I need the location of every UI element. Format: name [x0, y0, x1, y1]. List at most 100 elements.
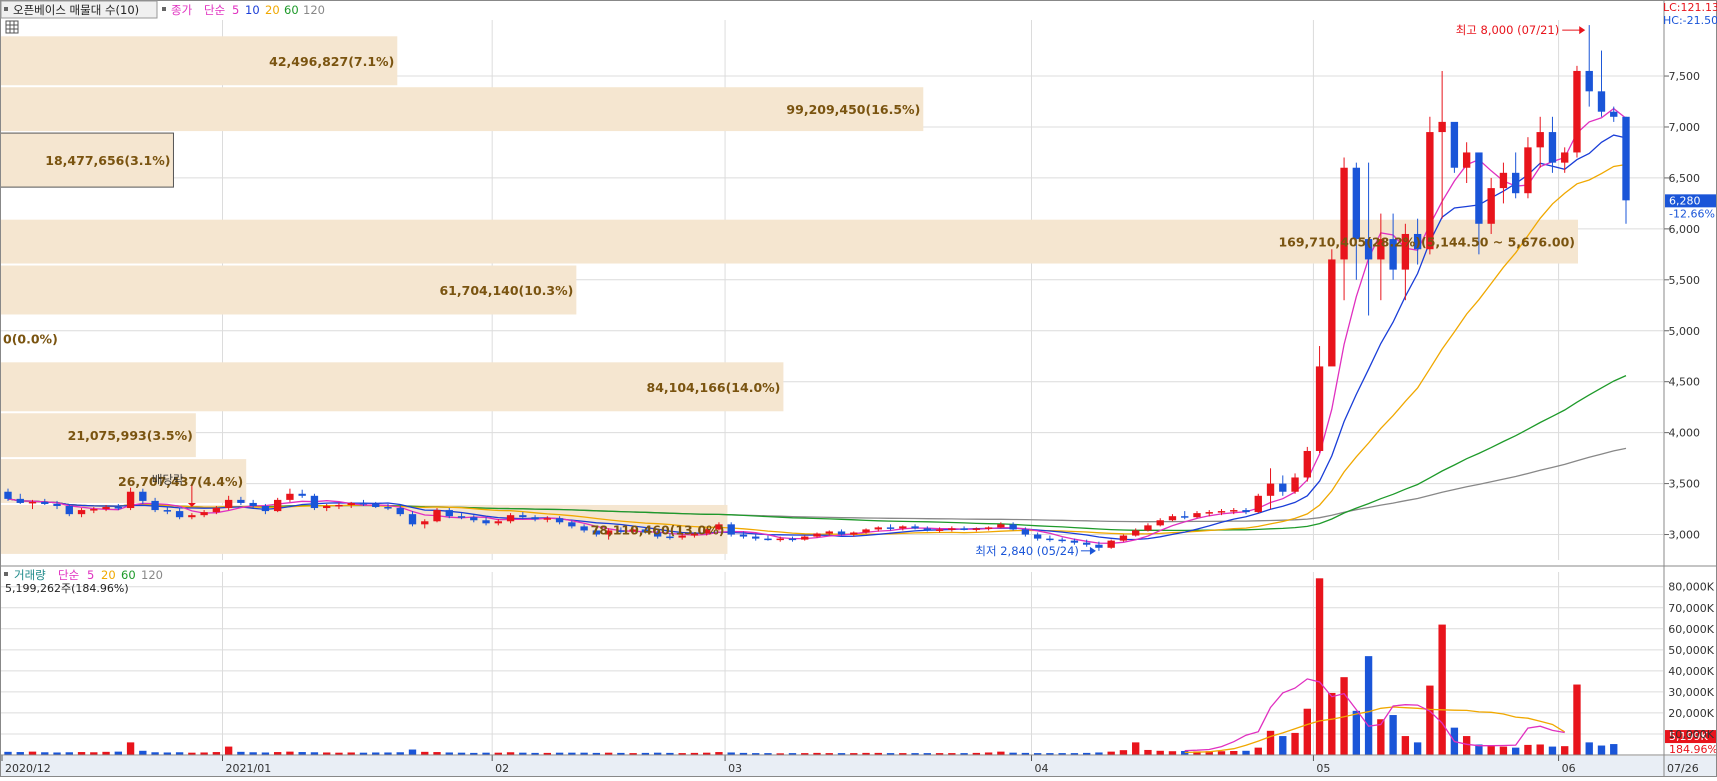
candle-body: [249, 502, 257, 506]
volume-ma-5[interactable]: 5: [87, 568, 94, 582]
candle-body: [1487, 188, 1495, 224]
volume-study-label[interactable]: 거래량: [14, 568, 46, 582]
volume-bar: [286, 751, 294, 755]
candle-body: [1561, 152, 1569, 163]
candle-body: [384, 507, 392, 509]
candle-body: [1328, 259, 1336, 367]
candle-body: [1426, 132, 1434, 250]
profile-label: 0(0.0%): [3, 331, 58, 346]
x-tick-label: 03: [728, 762, 742, 775]
candle-body: [139, 491, 147, 501]
volume-ma-20[interactable]: 20: [101, 568, 116, 582]
price-ma-10[interactable]: 10: [245, 3, 260, 17]
table-icon[interactable]: [5, 20, 19, 34]
volume-bar: [1389, 715, 1397, 755]
candle-body: [886, 527, 895, 529]
volume-bar: [1352, 710, 1361, 755]
last-price-label: 6,280: [1669, 194, 1701, 207]
volume-bar: [1548, 746, 1557, 755]
candle-body: [77, 510, 86, 515]
volume-bar: [1315, 578, 1324, 755]
volume-bar: [1462, 736, 1471, 755]
candle-body: [298, 493, 306, 496]
volume-bar: [1119, 750, 1128, 755]
volume-bar: [1536, 744, 1544, 755]
volume-bar: [126, 742, 135, 755]
candle-body: [102, 507, 110, 510]
candle-body: [788, 538, 797, 541]
volume-tick-label: 10,000K: [1668, 728, 1714, 741]
candle-body: [1205, 512, 1213, 514]
candle-body: [65, 506, 73, 515]
candle-body: [1303, 450, 1311, 478]
x-tick-label-last: 07/26: [1667, 762, 1699, 775]
candle-body: [519, 515, 527, 518]
candle-body: [1585, 70, 1593, 92]
study-marker-icon: [4, 7, 8, 11]
price-tick-label: 4,500: [1669, 376, 1701, 389]
price-ma-60[interactable]: 60: [284, 3, 299, 17]
candle-body: [1119, 535, 1128, 541]
price-ma-5[interactable]: 5: [232, 3, 239, 17]
volume-ma-60[interactable]: 60: [121, 568, 136, 582]
candle-body: [1181, 516, 1189, 518]
profile-label: 99,209,450(16.5%): [786, 102, 920, 117]
volume-bar: [1266, 730, 1275, 755]
candle-body: [984, 527, 993, 529]
price-ma-20[interactable]: 20: [265, 3, 280, 17]
price-study-label[interactable]: 종가: [171, 3, 193, 17]
candle-body: [555, 518, 564, 523]
candle-body: [273, 499, 282, 512]
volume-bar: [1512, 747, 1520, 755]
price-ma-120[interactable]: 120: [303, 3, 325, 17]
x-tick-label: 2021/01: [226, 762, 272, 775]
candle-body: [764, 538, 772, 541]
volume-bar: [1610, 744, 1618, 755]
volume-bar: [1107, 751, 1115, 755]
candle-body: [948, 528, 956, 530]
candle-body: [421, 521, 429, 525]
volume-readout: 5,199,262주(184.96%): [5, 582, 129, 595]
candle-body: [727, 524, 735, 535]
x-tick-label: 02: [495, 762, 509, 775]
candle-body: [335, 504, 343, 507]
candle-body: [997, 524, 1005, 528]
candle-body: [188, 515, 196, 518]
volume-ma-120[interactable]: 120: [141, 568, 163, 582]
volume-bar: [1413, 742, 1422, 755]
volume-ma-type[interactable]: 단순: [58, 568, 79, 582]
candle-body: [1279, 483, 1287, 492]
candle-body: [1021, 529, 1030, 535]
study-name[interactable]: 오픈베이스 매물대 수(10): [13, 3, 139, 17]
chart-canvas: 42,496,827(7.1%) 99,209,450(16.5%) 18,477,…: [0, 0, 1717, 777]
candle-body: [114, 507, 122, 509]
last-change-label: -12.66%: [1669, 207, 1715, 220]
candle-body: [347, 502, 355, 505]
candle-body: [850, 532, 858, 535]
candle-body: [1475, 152, 1483, 224]
candle-body: [1352, 167, 1361, 240]
candle-body: [445, 510, 453, 517]
candle-body: [16, 498, 24, 503]
candle-body: [126, 491, 135, 509]
candle-body: [408, 514, 417, 525]
stock-chart-window: 42,496,827(7.1%) 99,209,450(16.5%) 18,477,…: [0, 0, 1717, 777]
candle-body: [1217, 511, 1226, 513]
candle-body: [237, 499, 245, 503]
candle-body: [224, 499, 233, 509]
candle-body: [580, 526, 588, 531]
candle-body: [568, 522, 576, 527]
price-tick-label: 5,500: [1669, 274, 1701, 287]
x-tick-label: 06: [1562, 762, 1576, 775]
profile-label: 84,104,166(14.0%): [647, 380, 781, 395]
price-ma-type[interactable]: 단순: [204, 3, 225, 17]
price-tick-label: 7,000: [1669, 121, 1701, 134]
volume-bar: [1524, 744, 1532, 755]
volume-bar: [997, 751, 1005, 755]
volume-bar: [139, 750, 147, 755]
candle-body: [1597, 91, 1606, 112]
candle-body: [1536, 132, 1544, 148]
price-tick-label: 6,500: [1669, 172, 1701, 185]
volume-bar: [1328, 692, 1336, 755]
volume-bar: [1438, 624, 1446, 755]
